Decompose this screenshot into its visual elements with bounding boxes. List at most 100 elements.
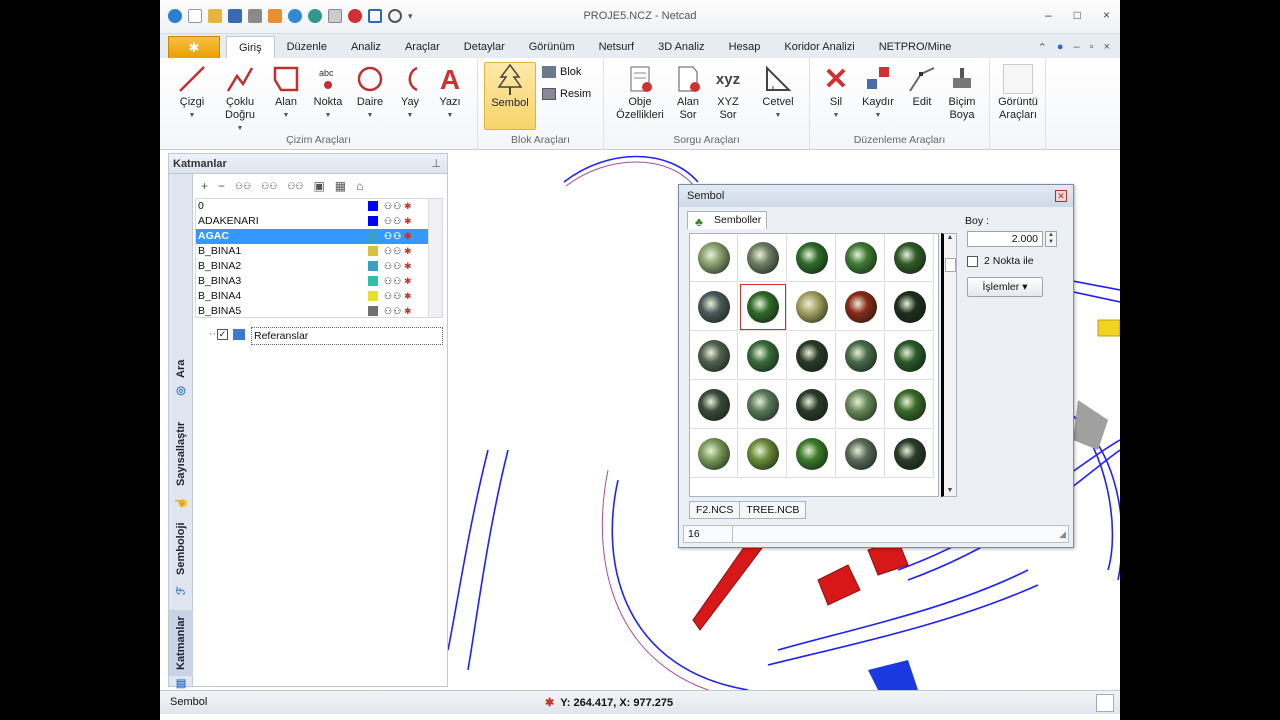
symbol-cell[interactable] — [690, 283, 738, 331]
symbol-cell[interactable] — [837, 430, 885, 478]
symbol-cell[interactable] — [837, 234, 885, 282]
cizgi-button[interactable]: Çizgi ▼ — [172, 62, 212, 122]
tab-analiz[interactable]: Analiz — [339, 36, 393, 58]
help-icon[interactable]: ● — [1057, 41, 1064, 53]
two-point-checkbox[interactable] — [967, 255, 978, 267]
symbol-cell[interactable] — [886, 332, 934, 380]
tab-semboller[interactable]: ♣ Semboller — [687, 211, 767, 229]
sil-button[interactable]: ✕ Sil ▼ — [816, 62, 856, 122]
visibility-icon[interactable]: ⚇⚇ — [384, 244, 402, 259]
layer-color-swatch[interactable] — [368, 216, 378, 226]
maximize-button[interactable]: □ — [1074, 8, 1081, 22]
blok-button[interactable]: Blok — [542, 66, 581, 78]
yazi-button[interactable]: A Yazı ▼ — [430, 62, 470, 122]
symbol-cell[interactable] — [837, 283, 885, 331]
symbol-cell[interactable] — [690, 381, 738, 429]
tab-duzenle[interactable]: Düzenle — [275, 36, 339, 58]
size-spinner[interactable]: ▲ ▼ — [1045, 231, 1057, 247]
freeze-icon[interactable]: ✱ — [404, 244, 412, 259]
references-checkbox[interactable]: ✓ — [217, 329, 228, 340]
layer-color-swatch[interactable] — [368, 231, 378, 241]
tab-netpro-mine[interactable]: NETPRO/Mine — [867, 36, 964, 58]
symbol-cell[interactable] — [690, 430, 738, 478]
hide-all-icon[interactable]: ⚇⚇ — [261, 181, 277, 192]
maximize-icon[interactable]: ▫ — [1090, 41, 1094, 53]
layer-properties-icon[interactable]: ▣ — [313, 179, 324, 193]
symbol-cell[interactable] — [886, 430, 934, 478]
freeze-icon[interactable]: ✱ — [404, 259, 412, 274]
layer-list-scrollbar[interactable] — [428, 199, 442, 317]
symbol-cell[interactable] — [690, 332, 738, 380]
layer-filter-icon[interactable]: ▦ — [335, 179, 346, 193]
status-box[interactable] — [1096, 694, 1114, 712]
layer-row[interactable]: B_BINA5 ⚇⚇ ✱ — [196, 304, 442, 317]
layer-row[interactable]: B_BINA3 ⚇⚇ ✱ — [196, 274, 442, 289]
side-tab-sayisallastir[interactable]: Sayısallaştır — [169, 414, 193, 494]
lock-icon[interactable]: ⌂ — [356, 179, 363, 193]
symbol-cell[interactable] — [739, 381, 787, 429]
visibility-icon[interactable]: ⚇⚇ — [384, 259, 402, 274]
freeze-icon[interactable]: ✱ — [404, 289, 412, 304]
symbol-cell[interactable] — [886, 234, 934, 282]
add-layer-icon[interactable]: + — [201, 179, 208, 193]
layer-color-swatch[interactable] — [368, 306, 378, 316]
side-tab-semboloji[interactable]: Semboloji — [169, 518, 193, 580]
symbol-cell[interactable] — [739, 332, 787, 380]
visibility-icon[interactable]: ⚇⚇ — [384, 214, 402, 229]
symbol-cell[interactable] — [837, 381, 885, 429]
yay-button[interactable]: Yay ▼ — [390, 62, 430, 122]
coklu-dogru-button[interactable]: Çoklu Doğru ▼ — [218, 62, 262, 135]
goruntu-araclari-button[interactable]: Görüntü Araçları — [994, 62, 1042, 122]
symbol-cell[interactable] — [739, 430, 787, 478]
file-tab-f2[interactable]: F2.NCS — [689, 501, 741, 519]
symbol-cell[interactable] — [837, 332, 885, 380]
application-menu-button[interactable]: ✱ — [168, 36, 220, 58]
tab-3d-analiz[interactable]: 3D Analiz — [646, 36, 716, 58]
show-all-icon[interactable]: ⚇⚇ — [235, 181, 251, 192]
tab-gorunum[interactable]: Görünüm — [517, 36, 587, 58]
size-input[interactable]: 2.000 — [967, 231, 1043, 247]
minimize-button[interactable]: – — [1045, 8, 1052, 22]
resize-grip-icon[interactable]: ◢ — [1059, 526, 1066, 542]
symbol-cell[interactable] — [788, 430, 836, 478]
symbology-icon[interactable]: ℱ — [169, 584, 193, 598]
scroll-thumb[interactable] — [945, 258, 956, 272]
digitize-icon[interactable]: ☝ — [169, 496, 193, 510]
visibility-icon[interactable]: ⚇⚇ — [384, 304, 402, 317]
alan-sor-button[interactable]: Alan Sor — [668, 62, 708, 122]
layer-color-swatch[interactable] — [368, 291, 378, 301]
layer-row-selected[interactable]: AGAC ⚇⚇ ✱ — [196, 229, 442, 244]
edit-button[interactable]: Edit — [902, 62, 942, 109]
remove-layer-icon[interactable]: − — [218, 179, 225, 193]
cetvel-button[interactable]: Cetvel ▼ — [758, 62, 798, 122]
close-doc-icon[interactable]: × — [1104, 41, 1110, 53]
layer-row[interactable]: B_BINA4 ⚇⚇ ✱ — [196, 289, 442, 304]
visibility-icon[interactable]: ⚇⚇ — [384, 274, 402, 289]
snap-icon[interactable]: ✱ — [545, 696, 554, 709]
restore-icon[interactable]: – — [1074, 41, 1080, 53]
dialog-title-bar[interactable]: Sembol ✕ — [679, 185, 1073, 207]
freeze-icon[interactable]: ✱ — [404, 199, 412, 214]
obje-ozellikleri-button[interactable]: Obje Özellikleri — [614, 62, 666, 122]
freeze-icon[interactable]: ✱ — [404, 304, 412, 317]
sembol-button[interactable]: Sembol — [484, 62, 536, 130]
dialog-close-button[interactable]: ✕ — [1055, 190, 1067, 202]
nokta-button[interactable]: abc Nokta ▼ — [308, 62, 348, 122]
tab-giris[interactable]: Giriş — [226, 36, 275, 58]
kaydir-button[interactable]: Kaydır ▼ — [858, 62, 898, 122]
visibility-icon[interactable]: ⚇⚇ — [384, 199, 402, 214]
references-node[interactable]: ⋯ ✓ Referanslar — [195, 326, 443, 346]
tab-detaylar[interactable]: Detaylar — [452, 36, 517, 58]
side-tab-ara[interactable]: Ara — [169, 354, 193, 384]
pin-icon[interactable]: ⊥ — [431, 154, 441, 174]
layer-row[interactable]: ADAKENARI ⚇⚇ ✱ — [196, 214, 442, 229]
freeze-icon[interactable]: ✱ — [404, 229, 412, 244]
toggle-visibility-icon[interactable]: ⚇⚇ — [287, 181, 303, 192]
xyz-sor-button[interactable]: xyz XYZ Sor — [708, 62, 748, 122]
symbol-cell-selected[interactable] — [739, 283, 787, 331]
symbol-cell[interactable] — [788, 332, 836, 380]
visibility-icon[interactable]: ⚇⚇ — [384, 289, 402, 304]
layer-color-swatch[interactable] — [368, 246, 378, 256]
two-point-option[interactable]: 2 Nokta ile — [967, 255, 1034, 267]
symbol-grid-scrollbar[interactable]: ▲ ▼ — [941, 233, 957, 497]
